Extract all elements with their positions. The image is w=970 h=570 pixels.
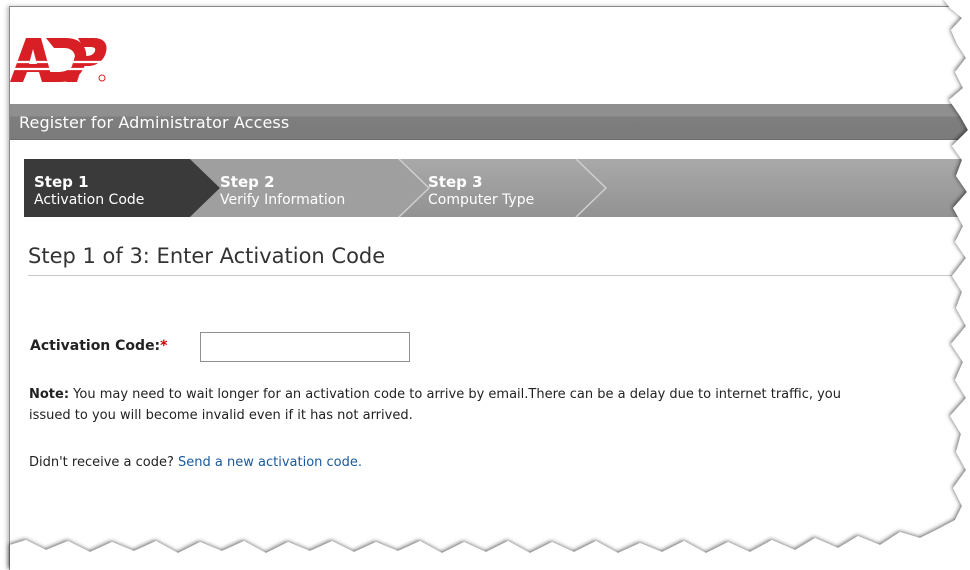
torn-paper-edge (10, 0, 970, 569)
